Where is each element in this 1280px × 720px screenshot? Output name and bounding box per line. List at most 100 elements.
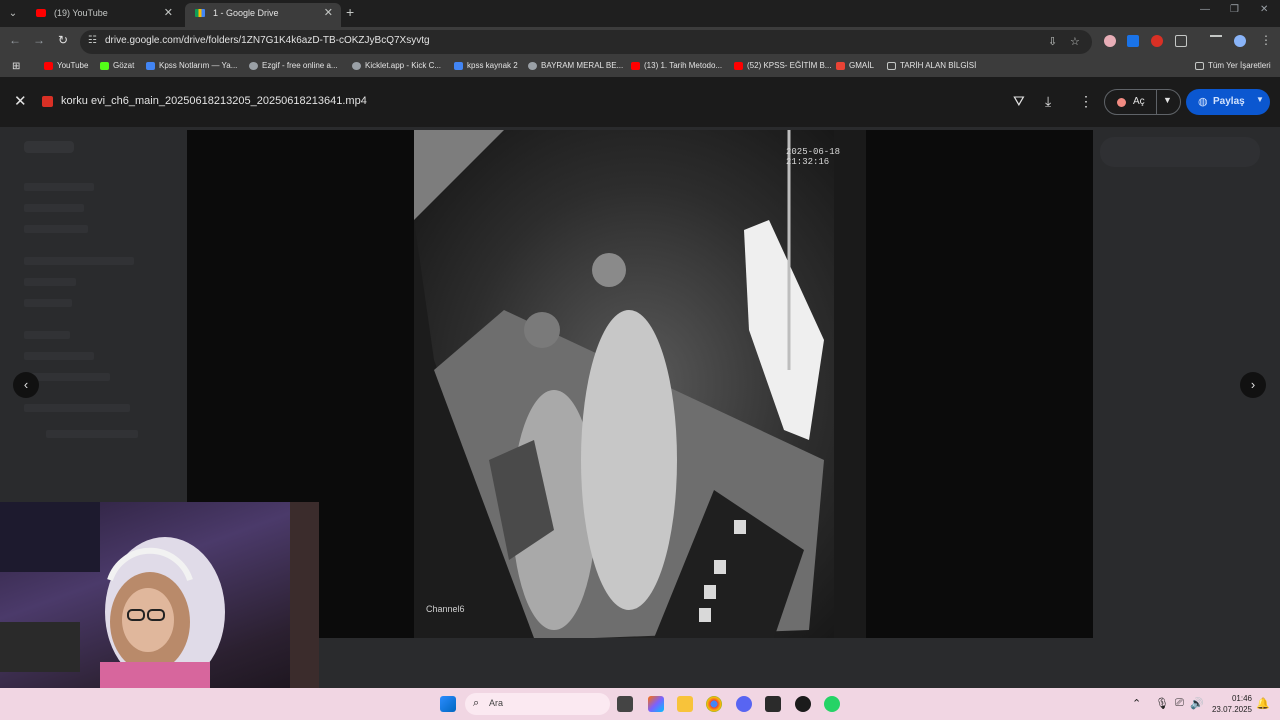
microphone-icon[interactable]: 🎙: [1155, 697, 1169, 710]
extensions-puzzle-icon[interactable]: [1175, 35, 1187, 47]
address-bar[interactable]: ☷ drive.google.com/drive/folders/1ZN7G1K…: [80, 30, 1092, 54]
video-player[interactable]: 2025-06-18 21:32:16 Channel6: [187, 130, 1093, 638]
block-shape: [699, 608, 711, 622]
start-windows-icon[interactable]: [440, 696, 456, 712]
more-options-icon[interactable]: ⋮: [1079, 93, 1093, 110]
bookmark[interactable]: GMAİL: [836, 61, 874, 70]
chevron-down-icon[interactable]: ▼: [1256, 95, 1264, 104]
maximize-icon[interactable]: ❐: [1230, 4, 1239, 15]
clock-time: 01:46: [1231, 694, 1252, 703]
bookmark[interactable]: (52) KPSS- EĞİTİM B...: [734, 61, 831, 70]
obs-icon[interactable]: [795, 696, 811, 712]
tab-google-drive[interactable]: 1 - Google Drive ✕: [185, 3, 341, 27]
bookmark[interactable]: Kpss Notlarım — Ya...: [146, 61, 237, 70]
previous-file-button[interactable]: ‹: [13, 372, 39, 398]
task-view-icon[interactable]: [617, 696, 633, 712]
site-info-icon[interactable]: ☷: [88, 35, 97, 46]
bookmark-star-icon[interactable]: ☆: [1070, 35, 1080, 48]
menu-kebab-icon[interactable]: ⋮: [1258, 33, 1274, 47]
video-frame: 2025-06-18 21:32:16 Channel6: [414, 130, 866, 638]
extension-icon[interactable]: [1104, 35, 1116, 47]
video-timestamp: 2025-06-18 21:32:16: [786, 147, 841, 167]
next-file-button[interactable]: ›: [1240, 372, 1266, 398]
person-right-shape: [581, 310, 677, 610]
apps-grid-icon[interactable]: ⊞: [12, 61, 20, 72]
close-tab-icon[interactable]: ✕: [324, 3, 333, 23]
bookmark[interactable]: Ezgif - free online a...: [249, 61, 338, 70]
open-with-button[interactable]: Aç ▼: [1104, 89, 1181, 115]
bookmark-label: (52) KPSS- EĞİTİM B...: [747, 61, 832, 70]
tab-search-button[interactable]: ⌄: [4, 5, 22, 22]
bookmark[interactable]: Gözat: [100, 61, 134, 70]
close-tab-icon[interactable]: ✕: [164, 3, 173, 23]
terminal-icon[interactable]: [765, 696, 781, 712]
sidebar-item-dimmed: [24, 183, 94, 191]
profile-avatar[interactable]: [1234, 35, 1246, 47]
download-icon[interactable]: ⤓: [1045, 93, 1051, 110]
globe-icon: ◍: [1198, 96, 1208, 108]
install-app-icon[interactable]: ⇩: [1048, 35, 1057, 48]
google-drive-icon: [195, 9, 205, 17]
volume-icon[interactable]: 🔊: [1190, 697, 1204, 710]
search-icon: ⌕: [473, 697, 480, 709]
url-text[interactable]: drive.google.com/drive/folders/1ZN7G1K4k…: [105, 35, 430, 46]
taskbar-clock[interactable]: 01:46 23.07.2025: [1208, 693, 1252, 715]
chevron-up-icon[interactable]: ⌃: [1132, 697, 1141, 710]
extension-icon[interactable]: [1151, 35, 1163, 47]
share-button[interactable]: ◍ Paylaş ▼: [1186, 89, 1270, 115]
add-to-drive-icon[interactable]: ⛛: [1013, 93, 1025, 110]
hanging-cloth-shape: [744, 220, 824, 440]
bookmark[interactable]: kpss kaynak 2: [454, 61, 518, 70]
file-name: korku evi_ch6_main_20250618213205_202506…: [61, 95, 367, 107]
bookmark-label: Kicklet.app - Kick C...: [365, 61, 442, 70]
bookmark[interactable]: Kicklet.app - Kick C...: [352, 61, 441, 70]
chrome-icon[interactable]: [706, 696, 722, 712]
globe-icon: [528, 62, 537, 70]
globe-icon: [249, 62, 258, 70]
tab-title: 1 - Google Drive: [213, 8, 279, 18]
forward-icon[interactable]: →: [31, 33, 47, 47]
shelf-shape: [0, 622, 80, 672]
reload-icon[interactable]: ↻: [55, 33, 71, 47]
taskbar-search[interactable]: ⌕ Ara: [465, 693, 610, 715]
folder-icon: [1195, 62, 1204, 70]
windows-taskbar: ⌕ Ara ⌃ 🎙 ⎚ 🔊 01:46 23.07.2025 🔔: [0, 688, 1280, 720]
file-explorer-icon[interactable]: [677, 696, 693, 712]
extension-icon[interactable]: [1127, 35, 1139, 47]
new-tab-button[interactable]: +: [346, 4, 354, 20]
kicklet-icon: [352, 62, 361, 70]
bookmark-site-icon: [454, 62, 463, 70]
youtube-icon: [44, 62, 53, 70]
sidebar-item-dimmed: [24, 225, 88, 233]
all-bookmarks-folder[interactable]: Tüm Yer İşaretleri: [1195, 61, 1271, 70]
bookmark[interactable]: BAYRAM MERAL BE...: [528, 61, 623, 70]
chevron-down-icon[interactable]: ▼: [1163, 95, 1172, 105]
back-icon[interactable]: ←: [7, 33, 23, 47]
bookmark[interactable]: YouTube: [44, 61, 88, 70]
close-window-icon[interactable]: ✕: [1260, 4, 1268, 15]
person-left-head-shape: [524, 312, 560, 348]
minimize-icon[interactable]: —: [1200, 4, 1210, 15]
drive-sidebar-dimmed: [0, 127, 187, 507]
copilot-icon[interactable]: [648, 696, 664, 712]
bookmarks-bar: ⊞ YouTube Gözat Kpss Notlarım — Ya... Ez…: [0, 57, 1280, 77]
reading-list-icon[interactable]: [1210, 35, 1222, 47]
storage-button-dimmed: [46, 430, 138, 438]
whatsapp-icon[interactable]: [824, 696, 840, 712]
bookmark-label: kpss kaynak 2: [467, 61, 518, 70]
person-right-head-shape: [592, 253, 626, 287]
network-icon[interactable]: ⎚: [1175, 697, 1184, 710]
tab-youtube[interactable]: (19) YouTube ✕: [26, 3, 181, 27]
discord-icon[interactable]: [736, 696, 752, 712]
folder-icon: [887, 62, 896, 70]
block-shape: [704, 585, 716, 599]
notification-bell-icon[interactable]: 🔔: [1256, 697, 1270, 710]
sidebar-item-dimmed: [24, 299, 72, 307]
close-viewer-icon[interactable]: ✕: [14, 92, 27, 110]
bookmark-folder[interactable]: TARİH ALAN BİLGİSİ: [887, 61, 976, 70]
tab-strip: ⌄ (19) YouTube ✕ 1 - Google Drive ✕ + — …: [0, 0, 1280, 27]
bookmark-site-icon: [146, 62, 155, 70]
browser-toolbar: ← → ↻ ☷ drive.google.com/drive/folders/1…: [0, 27, 1280, 57]
bookmark[interactable]: (13) 1. Tarih Metodo...: [631, 61, 722, 70]
sidebar-item-dimmed: [24, 204, 84, 212]
